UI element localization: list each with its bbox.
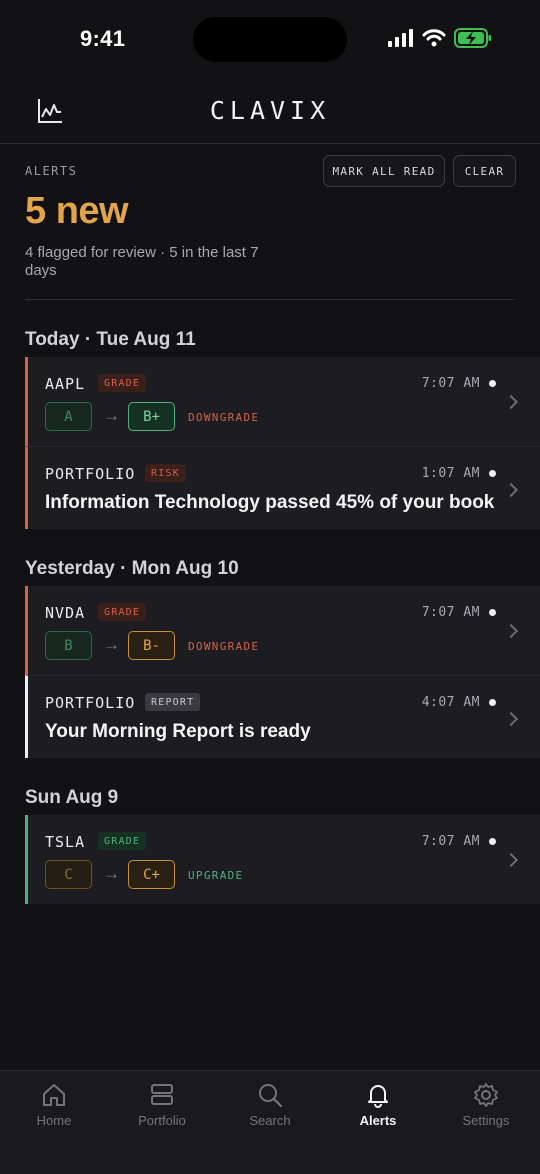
app-title: CLAVIX [209, 96, 331, 125]
alert-badge: RISK [145, 464, 186, 482]
alert-message: Information Technology passed 45% of you… [45, 492, 495, 513]
alert-card[interactable]: PORTFOLIO REPORT 4:07 AM Your Morning Re… [25, 675, 540, 758]
tab-label: Settings [462, 1113, 510, 1128]
grade-to: B- [128, 631, 175, 660]
tab-label: Portfolio [138, 1113, 186, 1128]
battery-charging-icon [454, 28, 491, 48]
tab-search[interactable]: Search [216, 1081, 324, 1128]
alert-ticker: PORTFOLIO [45, 465, 136, 483]
grade-to: B+ [128, 402, 175, 431]
unread-dot [489, 609, 496, 616]
grade-to: C+ [128, 860, 175, 889]
alert-time: 7:07 AM [421, 605, 480, 620]
grade-from: B [45, 631, 92, 660]
group-title-today: Today · Tue Aug 11 [25, 329, 196, 350]
signal-icon [388, 29, 413, 47]
status-time: 9:41 [80, 26, 126, 51]
grade-from: A [45, 402, 92, 431]
portfolio-icon [148, 1081, 176, 1109]
unread-dot [489, 699, 496, 706]
change-label: DOWNGRADE [188, 640, 260, 653]
summary-description: 4 flagged for review · 5 in the last 7 d… [25, 244, 259, 279]
unread-dot [489, 380, 496, 387]
alert-badge: REPORT [145, 693, 201, 711]
tab-bar: Home Portfolio Search Alerts Settings [0, 1070, 540, 1174]
alert-ticker: NVDA [45, 604, 86, 622]
alert-message: Your Morning Report is ready [45, 721, 311, 742]
alert-ticker: AAPL [45, 375, 86, 393]
gear-icon [472, 1081, 500, 1109]
divider [25, 299, 515, 300]
tab-label: Alerts [359, 1113, 397, 1128]
arrow-right-icon: → [103, 635, 120, 654]
alert-badge: GRADE [98, 603, 147, 621]
alert-card[interactable]: AAPL GRADE 7:07 AM A → B+ DOWNGRADE [25, 357, 540, 446]
group-title-sun: Sun Aug 9 [25, 787, 119, 808]
arrow-right-icon: → [103, 406, 120, 425]
unread-dot [489, 470, 496, 477]
tab-portfolio[interactable]: Portfolio [108, 1081, 216, 1128]
mark-all-read-button[interactable]: MARK ALL READ [323, 155, 445, 187]
wifi-icon [422, 29, 446, 47]
chevron-right-icon [503, 623, 519, 639]
tab-label: Home [36, 1113, 72, 1128]
app-header: CLAVIX [0, 80, 540, 144]
change-label: UPGRADE [188, 869, 244, 882]
tab-alerts[interactable]: Alerts [324, 1081, 432, 1128]
alert-card[interactable]: PORTFOLIO RISK 1:07 AM Information Techn… [25, 446, 540, 529]
alert-time: 4:07 AM [421, 695, 480, 710]
alert-badge: GRADE [98, 832, 147, 850]
alert-badge: GRADE [98, 374, 147, 392]
search-icon [256, 1081, 284, 1109]
alert-card[interactable]: TSLA GRADE 7:07 AM C → C+ UPGRADE [25, 815, 540, 904]
chevron-right-icon [503, 482, 519, 498]
alert-card[interactable]: NVDA GRADE 7:07 AM B → B- DOWNGRADE [25, 586, 540, 675]
status-bar: 9:41 [0, 0, 540, 80]
grade-from: C [45, 860, 92, 889]
section-label: ALERTS [25, 164, 78, 178]
alert-time: 1:07 AM [421, 466, 480, 481]
new-alert-count: 5 new [25, 190, 129, 232]
change-label: DOWNGRADE [188, 411, 260, 424]
chevron-right-icon [503, 711, 519, 727]
status-icons [388, 28, 492, 48]
arrow-right-icon: → [103, 864, 120, 883]
alert-time: 7:07 AM [421, 376, 480, 391]
alert-ticker: PORTFOLIO [45, 694, 136, 712]
alert-time: 7:07 AM [421, 834, 480, 849]
alert-ticker: TSLA [45, 833, 86, 851]
unread-dot [489, 838, 496, 845]
tab-settings[interactable]: Settings [432, 1081, 540, 1128]
bell-icon [364, 1081, 392, 1109]
home-icon [40, 1081, 68, 1109]
dynamic-island [193, 17, 347, 62]
clear-button[interactable]: CLEAR [453, 155, 516, 187]
tab-label: Search [249, 1113, 291, 1128]
chevron-right-icon [503, 852, 519, 868]
group-title-yesterday: Yesterday · Mon Aug 10 [25, 558, 239, 579]
tab-home[interactable]: Home [0, 1081, 108, 1128]
chevron-right-icon [503, 394, 519, 410]
